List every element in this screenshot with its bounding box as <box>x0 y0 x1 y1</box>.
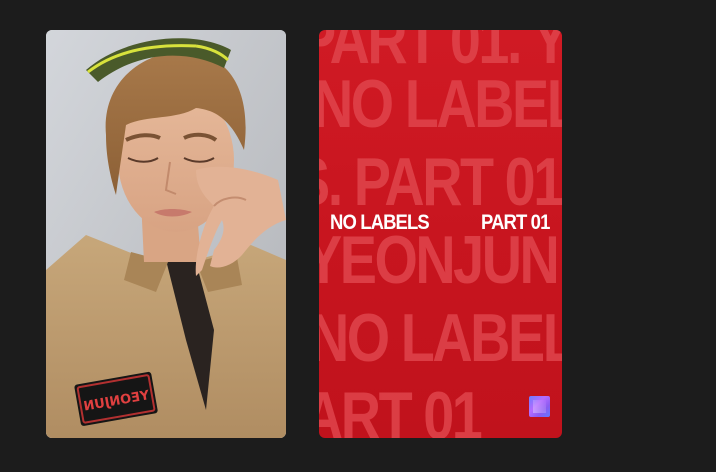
background-text-line: NO LABELS <box>319 66 562 142</box>
portrait-photo: YEONJUN <box>46 30 286 438</box>
background-text-line: S. PART 01 <box>319 144 562 220</box>
photocard-back[interactable]: PART 01. Y NO LABELS S. PART 01 YEONJUN … <box>319 30 562 438</box>
album-part-label: PART 01 <box>481 211 550 234</box>
background-text-line: ART 01 <box>319 378 483 438</box>
hologram-sticker-icon <box>529 396 550 417</box>
background-text-line: YEONJUN <box>319 222 560 298</box>
background-text-line: NO LABELS <box>319 300 562 376</box>
photocard-front[interactable]: YEONJUN <box>46 30 286 438</box>
album-title: NO LABELS <box>330 211 430 234</box>
